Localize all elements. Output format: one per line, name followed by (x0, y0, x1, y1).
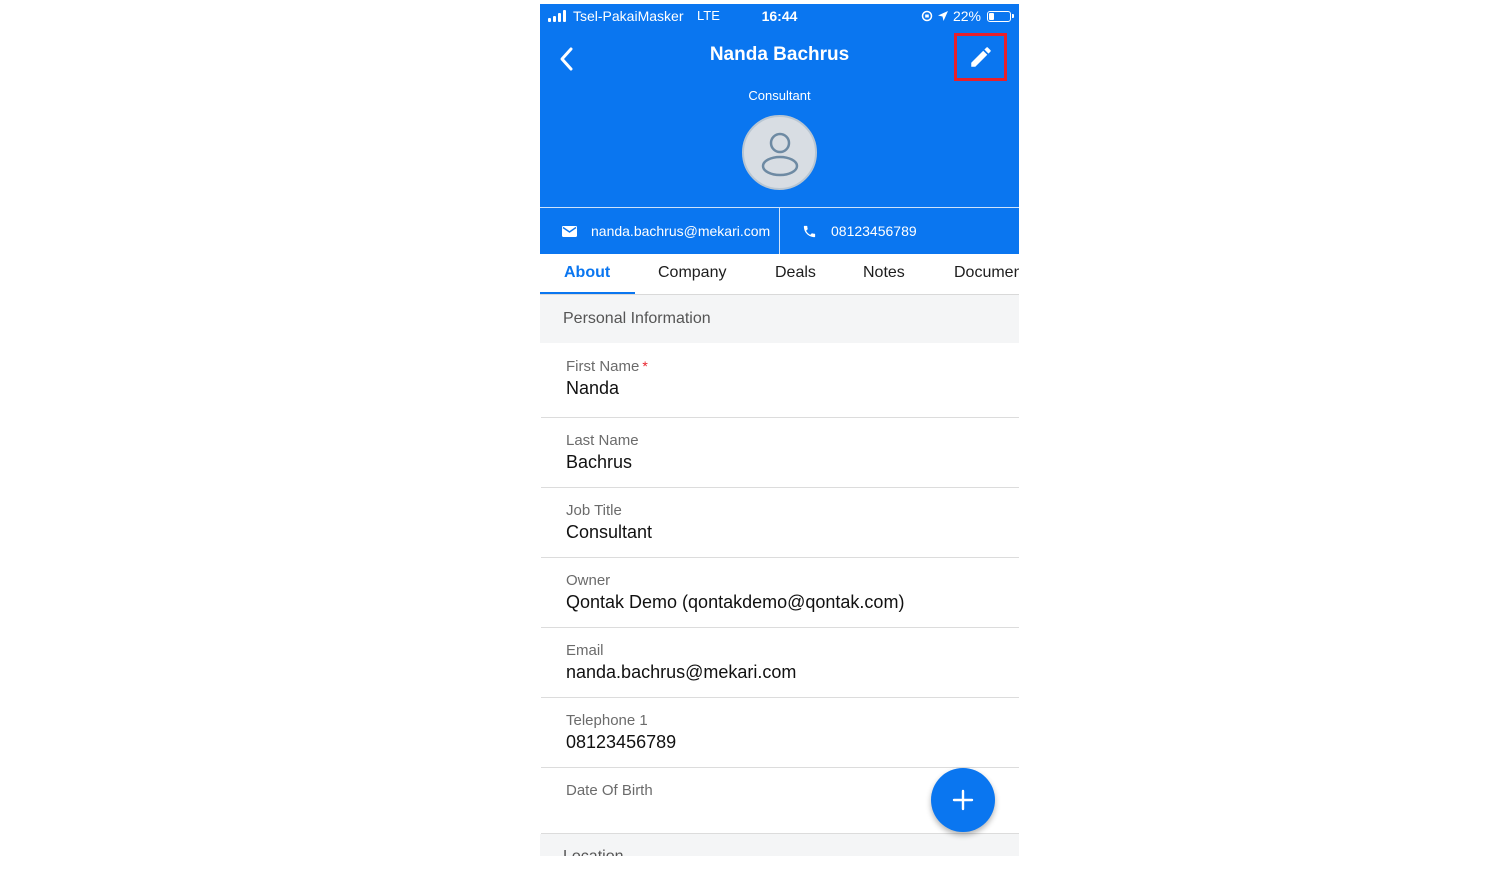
pencil-icon (970, 47, 991, 67)
field-label: Owner (566, 572, 611, 589)
battery-level (989, 12, 994, 20)
battery-percent: 22% (952, 8, 981, 24)
field-value: 08123456789 (566, 732, 677, 752)
location-arrow-icon (937, 11, 948, 21)
field-first-name[interactable]: First Name * Nanda (541, 343, 1019, 418)
field-label: First Name * (566, 358, 1019, 375)
person-icon (761, 132, 798, 176)
field-owner[interactable]: Owner Qontak Demo (qontakdemo@qontak.com… (541, 558, 1019, 628)
contact-header: Tsel-PakaiMasker LTE 16:44 22% Nanda Bac… (540, 4, 1019, 254)
contact-quick-bar: nanda.bachrus@mekari.com 08123456789 (540, 207, 1019, 254)
field-value: Nanda (566, 378, 620, 398)
field-value: Bachrus (566, 452, 633, 472)
field-value: Consultant (566, 522, 653, 542)
field-value: Qontak Demo (qontakdemo@qontak.com) (566, 592, 905, 612)
active-tab-indicator (540, 292, 635, 294)
section-header-location: Location (540, 834, 1019, 856)
field-last-name[interactable]: Last Name Bachrus (541, 418, 1019, 488)
field-telephone-1[interactable]: Telephone 1 08123456789 (541, 698, 1019, 768)
edit-button[interactable] (954, 33, 1007, 81)
phone-contact-text: 08123456789 (831, 223, 917, 239)
required-marker: * (642, 358, 648, 374)
email-contact-button[interactable]: nanda.bachrus@mekari.com (540, 208, 779, 254)
field-label: Email (566, 642, 604, 659)
battery-icon (987, 10, 1014, 22)
tab-bar: About Company Deals Notes Documen (540, 254, 1019, 295)
field-job-title[interactable]: Job Title Consultant (541, 488, 1019, 558)
avatar (742, 115, 817, 190)
phone-icon (803, 225, 816, 237)
field-email[interactable]: Email nanda.bachrus@mekari.com (541, 628, 1019, 698)
field-label: Job Title (566, 502, 622, 519)
plus-icon (952, 789, 974, 811)
add-fab-button[interactable] (931, 768, 995, 832)
field-value: nanda.bachrus@mekari.com (566, 662, 797, 682)
field-label-text: First Name (566, 358, 640, 375)
contact-name-title: Nanda Bachrus (709, 44, 850, 65)
section-header-personal-info: Personal Information (540, 295, 1019, 343)
tab-notes[interactable]: Notes (863, 264, 905, 282)
email-contact-text: nanda.bachrus@mekari.com (591, 223, 771, 239)
tab-about[interactable]: About (564, 264, 610, 282)
field-label: Last Name (566, 432, 639, 449)
orientation-lock-icon (921, 10, 933, 22)
tab-deals[interactable]: Deals (775, 264, 816, 282)
tab-company[interactable]: Company (658, 264, 726, 282)
contact-job-subtitle: Consultant (748, 88, 811, 103)
phone-contact-button[interactable]: 08123456789 (780, 208, 1019, 254)
status-right: 22% (921, 8, 1014, 24)
tab-documents[interactable]: Documen (954, 264, 1019, 282)
phone-screen: Tsel-PakaiMasker LTE 16:44 22% Nanda Bac… (540, 4, 1019, 856)
field-label: Telephone 1 (566, 712, 648, 729)
status-bar: Tsel-PakaiMasker LTE 16:44 22% (540, 4, 1019, 28)
envelope-icon (562, 225, 577, 237)
